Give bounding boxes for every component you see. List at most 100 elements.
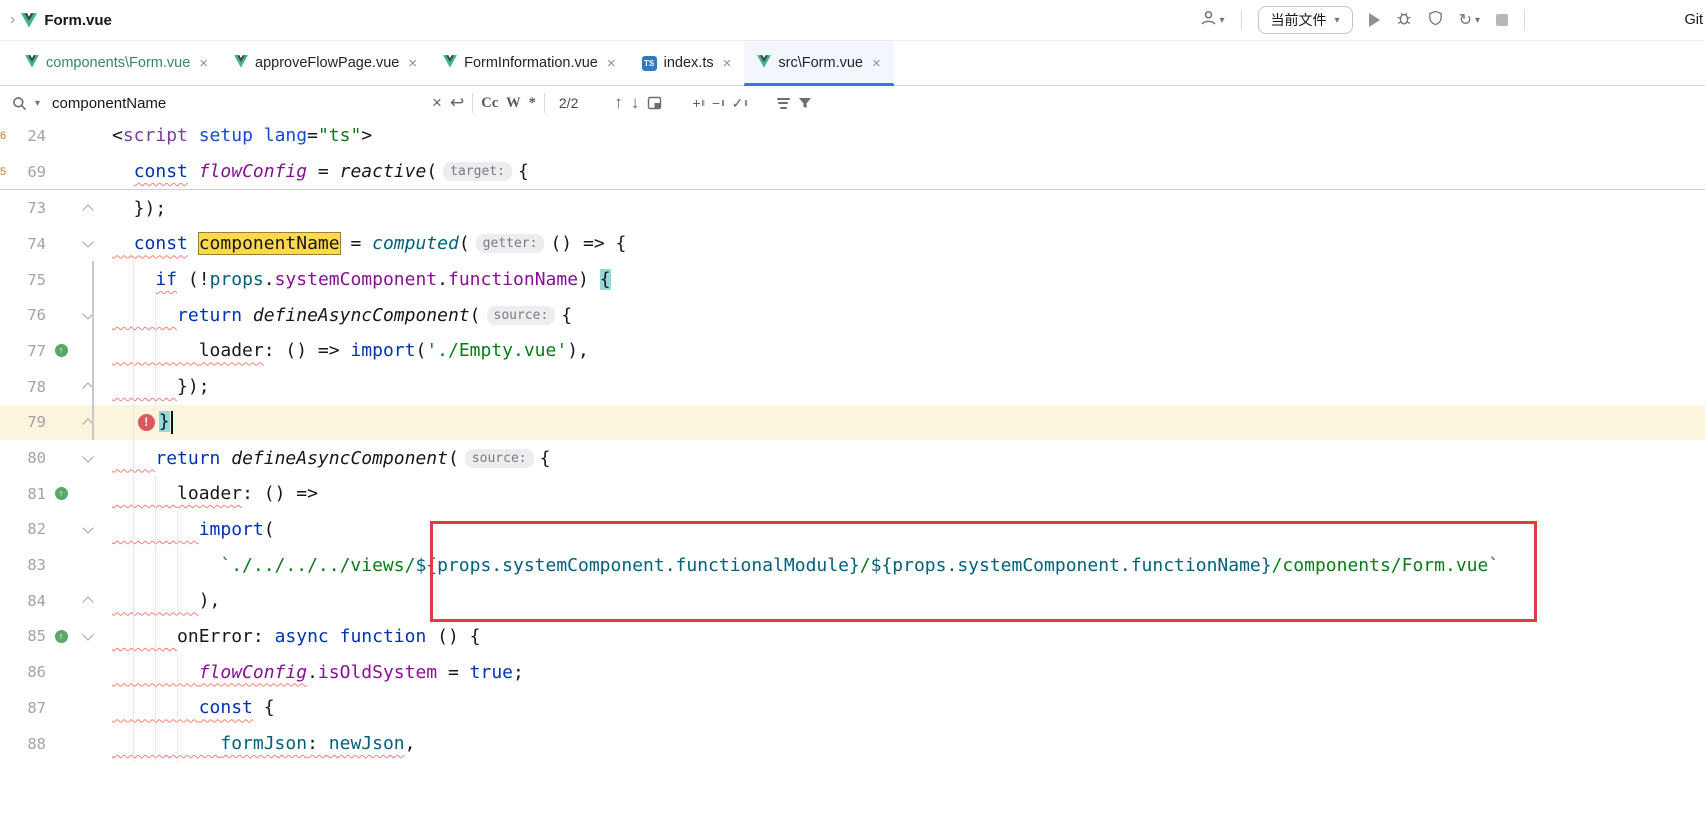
line-number[interactable]: 75 — [12, 271, 46, 289]
code-text[interactable]: loader: () => — [112, 483, 1705, 504]
code-line-73[interactable]: 73 }); — [0, 190, 1705, 226]
code-line-77[interactable]: 77 ↑ loader: () => import('./Empty.vue'), — [0, 333, 1705, 369]
add-selection-icon[interactable]: +ΙΙ — [692, 95, 704, 111]
debug-button[interactable] — [1396, 10, 1412, 31]
line-number[interactable]: 83 — [12, 556, 46, 574]
editor[interactable]: 624<script setup lang="ts">569 const flo… — [0, 118, 1705, 820]
code-text[interactable]: }); — [112, 376, 1705, 397]
git-widget-label[interactable]: Git — [1684, 0, 1703, 40]
code-line-80[interactable]: 80 return defineAsyncComponent(source:{ — [0, 440, 1705, 476]
line-number[interactable]: 80 — [12, 449, 46, 467]
line-number[interactable]: 88 — [12, 735, 46, 753]
coverage-button[interactable] — [1428, 10, 1443, 31]
line-number[interactable]: 69 — [12, 163, 46, 181]
line-number[interactable]: 84 — [12, 592, 46, 610]
code-line-79[interactable]: 79 !} — [0, 405, 1705, 441]
fold-down-icon[interactable] — [82, 629, 93, 640]
code-line-81[interactable]: 81 ↑ loader: () => — [0, 476, 1705, 512]
code-text[interactable]: return defineAsyncComponent(source:{ — [112, 448, 1705, 469]
code-line-87[interactable]: 87 const { — [0, 690, 1705, 726]
navigate-gutter-icon[interactable]: ↑ — [55, 630, 68, 643]
code-text[interactable]: <script setup lang="ts"> — [112, 125, 1705, 146]
fold-down-icon[interactable] — [82, 522, 93, 533]
code-line-75[interactable]: 75 if (!props.systemComponent.functionNa… — [0, 262, 1705, 298]
search-icon[interactable] — [12, 96, 27, 111]
close-icon[interactable]: × — [723, 55, 732, 72]
code-text[interactable]: const componentName = computed(getter:()… — [112, 233, 1705, 254]
fold-down-icon[interactable] — [82, 451, 93, 462]
line-number[interactable]: 86 — [12, 663, 46, 681]
line-number[interactable]: 24 — [12, 127, 46, 145]
close-icon[interactable]: × — [199, 55, 208, 72]
fold-up-icon[interactable] — [82, 204, 93, 215]
code-text[interactable]: formJson: newJson, — [112, 733, 1705, 754]
code-text[interactable]: ), — [112, 590, 1705, 611]
code-text[interactable]: flowConfig.isOldSystem = true; — [112, 662, 1705, 683]
match-case-toggle[interactable]: Cc — [481, 95, 498, 112]
filter-lines-icon[interactable] — [777, 98, 790, 109]
tab-index-ts[interactable]: TS index.ts × — [629, 41, 745, 85]
line-number[interactable]: 73 — [12, 199, 46, 217]
select-all-occurrences-icon[interactable]: ✓ΙΙ — [732, 95, 747, 112]
code-line-86[interactable]: 86 flowConfig.isOldSystem = true; — [0, 654, 1705, 690]
code-line-24[interactable]: 624<script setup lang="ts"> — [0, 118, 1705, 154]
code-text[interactable]: !} — [112, 411, 1705, 434]
tab-approveflowpage-vue[interactable]: approveFlowPage.vue × — [221, 41, 430, 85]
line-number[interactable]: 74 — [12, 235, 46, 253]
code-text[interactable]: `./../../../views/${props.systemComponen… — [112, 555, 1705, 576]
code-text[interactable]: const flowConfig = reactive(target:{ — [112, 161, 1705, 182]
line-number[interactable]: 76 — [12, 306, 46, 324]
code-text[interactable]: return defineAsyncComponent(source:{ — [112, 305, 1705, 326]
close-icon[interactable]: × — [872, 55, 881, 72]
code-text[interactable]: if (!props.systemComponent.functionName)… — [112, 269, 1705, 290]
filter-icon[interactable] — [798, 96, 812, 110]
line-number[interactable]: 81 — [12, 485, 46, 503]
code-text[interactable]: loader: () => import('./Empty.vue'), — [112, 340, 1705, 361]
navigate-gutter-icon[interactable]: ↑ — [55, 487, 68, 500]
code-line-78[interactable]: 78 }); — [0, 369, 1705, 405]
run-button[interactable] — [1369, 13, 1380, 27]
navigate-gutter-icon[interactable]: ↑ — [55, 344, 68, 357]
tab-forminformation-vue[interactable]: FormInformation.vue × — [430, 41, 629, 85]
line-number[interactable]: 87 — [12, 699, 46, 717]
code-line-84[interactable]: 84 ), — [0, 583, 1705, 619]
run-config-selector[interactable]: 当前文件 ▾ — [1258, 6, 1353, 34]
code-line-85[interactable]: 85 ↑ onError: async function () { — [0, 619, 1705, 655]
code-line-69[interactable]: 569 const flowConfig = reactive(target:{ — [0, 154, 1705, 190]
code-with-me-button[interactable]: ▾ — [1200, 10, 1225, 31]
whole-words-toggle[interactable]: W — [506, 95, 521, 112]
fold-up-icon[interactable] — [82, 418, 93, 429]
previous-occurrence-button[interactable]: ↑ — [614, 93, 623, 113]
tab-src-form-vue[interactable]: src\Form.vue × — [744, 41, 893, 85]
code-text[interactable]: const { — [112, 697, 1705, 718]
code-text[interactable]: }); — [112, 198, 1705, 219]
editor-body[interactable]: 73 });74 const componentName = computed(… — [0, 190, 1705, 761]
tab-components-form-vue[interactable]: components\Form.vue × — [12, 41, 221, 85]
line-number[interactable]: 78 — [12, 378, 46, 396]
search-input[interactable] — [50, 94, 424, 113]
clear-search-icon[interactable]: × — [432, 93, 442, 113]
fold-up-icon[interactable] — [82, 382, 93, 393]
fold-down-icon[interactable] — [82, 237, 93, 248]
close-icon[interactable]: × — [408, 55, 417, 72]
line-number[interactable]: 77 — [12, 342, 46, 360]
code-line-74[interactable]: 74 const componentName = computed(getter… — [0, 226, 1705, 262]
line-number[interactable]: 85 — [12, 627, 46, 645]
stop-button[interactable] — [1496, 14, 1508, 26]
code-text[interactable]: import( — [112, 519, 1705, 540]
code-line-83[interactable]: 83 `./../../../views/${props.systemCompo… — [0, 547, 1705, 583]
code-text[interactable]: onError: async function () { — [112, 626, 1705, 647]
close-icon[interactable]: × — [607, 55, 616, 72]
newline-icon[interactable]: ↩ — [450, 93, 464, 113]
fold-up-icon[interactable] — [82, 597, 93, 608]
remove-selection-icon[interactable]: −ΙΙ — [712, 95, 724, 111]
line-number[interactable]: 82 — [12, 520, 46, 538]
fold-down-icon[interactable] — [82, 308, 93, 319]
next-occurrence-button[interactable]: ↓ — [631, 93, 640, 113]
code-line-82[interactable]: 82 import( — [0, 512, 1705, 548]
search-history-chevron-icon[interactable]: ▾ — [35, 98, 40, 109]
code-line-76[interactable]: 76 return defineAsyncComponent(source:{ — [0, 297, 1705, 333]
line-number[interactable]: 79 — [12, 413, 46, 431]
regex-toggle[interactable]: * — [529, 95, 536, 112]
open-in-find-window-icon[interactable] — [647, 96, 662, 110]
